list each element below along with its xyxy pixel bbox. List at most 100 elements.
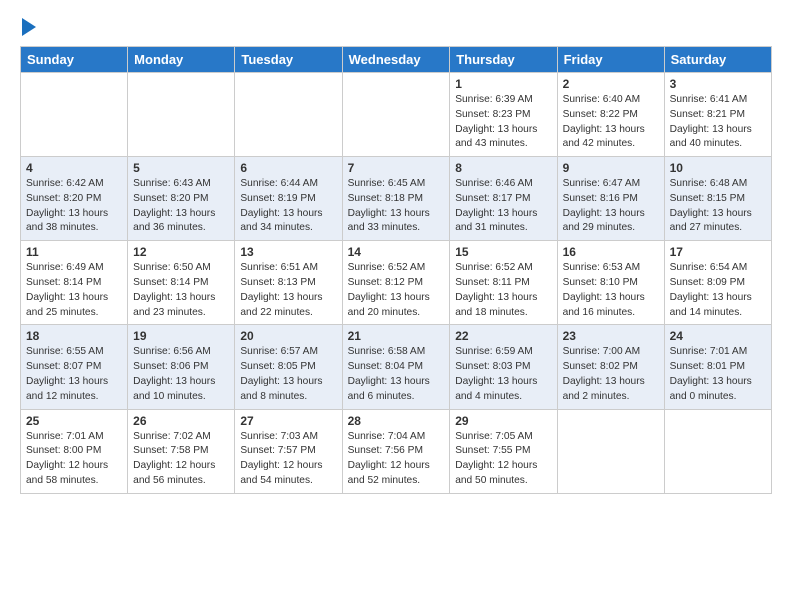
calendar-week-row: 25 Sunrise: 7:01 AM Sunset: 8:00 PM Dayli…	[21, 409, 772, 493]
day-info: Sunrise: 6:59 AM Sunset: 8:03 PM Dayligh…	[455, 345, 551, 404]
calendar-cell: 20 Sunrise: 6:57 AM Sunset: 8:05 PM Dayli…	[235, 325, 342, 409]
day-of-week-header: Saturday	[664, 47, 771, 73]
day-number: 22	[455, 329, 551, 343]
day-number: 21	[348, 329, 445, 343]
calendar-cell: 18 Sunrise: 6:55 AM Sunset: 8:07 PM Dayli…	[21, 325, 128, 409]
calendar-week-row: 11 Sunrise: 6:49 AM Sunset: 8:14 PM Dayli…	[21, 241, 772, 325]
calendar-cell: 25 Sunrise: 7:01 AM Sunset: 8:00 PM Dayli…	[21, 409, 128, 493]
day-number: 24	[670, 329, 766, 343]
calendar-cell: 10Sunrise: 6:48 AM Sunset: 8:15 PM Dayli…	[664, 157, 771, 241]
day-number: 23	[563, 329, 659, 343]
calendar-week-row: 18 Sunrise: 6:55 AM Sunset: 8:07 PM Dayli…	[21, 325, 772, 409]
logo	[20, 16, 36, 36]
day-info: Sunrise: 7:01 AM Sunset: 8:01 PM Dayligh…	[670, 345, 766, 404]
calendar-week-row: 4 Sunrise: 6:42 AM Sunset: 8:20 PM Daylig…	[21, 157, 772, 241]
day-info: Sunrise: 6:43 AM Sunset: 8:20 PM Dayligh…	[133, 177, 229, 236]
calendar-cell: 23 Sunrise: 7:00 AM Sunset: 8:02 PM Dayli…	[557, 325, 664, 409]
calendar: SundayMondayTuesdayWednesdayThursdayFrid…	[20, 46, 772, 494]
calendar-cell: 29 Sunrise: 7:05 AM Sunset: 7:55 PM Dayli…	[450, 409, 557, 493]
day-of-week-header: Thursday	[450, 47, 557, 73]
day-info: Sunrise: 6:52 AM Sunset: 8:12 PM Dayligh…	[348, 261, 445, 320]
day-number: 15	[455, 245, 551, 259]
day-number: 13	[240, 245, 336, 259]
calendar-cell	[21, 73, 128, 157]
day-number: 18	[26, 329, 122, 343]
calendar-cell: 24 Sunrise: 7:01 AM Sunset: 8:01 PM Dayli…	[664, 325, 771, 409]
calendar-cell: 3Sunrise: 6:41 AM Sunset: 8:21 PM Daylig…	[664, 73, 771, 157]
day-number: 12	[133, 245, 229, 259]
calendar-cell: 12 Sunrise: 6:50 AM Sunset: 8:14 PM Dayli…	[128, 241, 235, 325]
day-number: 26	[133, 414, 229, 428]
calendar-cell: 17Sunrise: 6:54 AM Sunset: 8:09 PM Dayli…	[664, 241, 771, 325]
day-info: Sunrise: 6:40 AM Sunset: 8:22 PM Dayligh…	[563, 93, 659, 152]
day-info: Sunrise: 6:55 AM Sunset: 8:07 PM Dayligh…	[26, 345, 122, 404]
calendar-cell: 11 Sunrise: 6:49 AM Sunset: 8:14 PM Dayli…	[21, 241, 128, 325]
day-info: Sunrise: 7:00 AM Sunset: 8:02 PM Dayligh…	[563, 345, 659, 404]
day-info: Sunrise: 6:50 AM Sunset: 8:14 PM Dayligh…	[133, 261, 229, 320]
calendar-cell: 4 Sunrise: 6:42 AM Sunset: 8:20 PM Daylig…	[21, 157, 128, 241]
day-info: Sunrise: 6:41 AM Sunset: 8:21 PM Dayligh…	[670, 93, 766, 152]
day-of-week-header: Friday	[557, 47, 664, 73]
calendar-cell: 16 Sunrise: 6:53 AM Sunset: 8:10 PM Dayli…	[557, 241, 664, 325]
day-number: 14	[348, 245, 445, 259]
day-number: 6	[240, 161, 336, 175]
day-info: Sunrise: 7:05 AM Sunset: 7:55 PM Dayligh…	[455, 430, 551, 489]
day-info: Sunrise: 6:54 AM Sunset: 8:09 PM Dayligh…	[670, 261, 766, 320]
calendar-cell: 19Sunrise: 6:56 AM Sunset: 8:06 PM Dayli…	[128, 325, 235, 409]
day-info: Sunrise: 6:53 AM Sunset: 8:10 PM Dayligh…	[563, 261, 659, 320]
day-number: 11	[26, 245, 122, 259]
calendar-cell: 14 Sunrise: 6:52 AM Sunset: 8:12 PM Dayli…	[342, 241, 450, 325]
day-number: 27	[240, 414, 336, 428]
day-number: 29	[455, 414, 551, 428]
calendar-cell	[557, 409, 664, 493]
day-of-week-header: Sunday	[21, 47, 128, 73]
day-info: Sunrise: 7:03 AM Sunset: 7:57 PM Dayligh…	[240, 430, 336, 489]
calendar-cell: 15 Sunrise: 6:52 AM Sunset: 8:11 PM Dayli…	[450, 241, 557, 325]
calendar-cell	[342, 73, 450, 157]
calendar-cell: 22 Sunrise: 6:59 AM Sunset: 8:03 PM Dayli…	[450, 325, 557, 409]
calendar-cell: 21 Sunrise: 6:58 AM Sunset: 8:04 PM Dayli…	[342, 325, 450, 409]
day-info: Sunrise: 6:47 AM Sunset: 8:16 PM Dayligh…	[563, 177, 659, 236]
calendar-cell	[128, 73, 235, 157]
day-info: Sunrise: 6:49 AM Sunset: 8:14 PM Dayligh…	[26, 261, 122, 320]
day-info: Sunrise: 6:42 AM Sunset: 8:20 PM Dayligh…	[26, 177, 122, 236]
day-info: Sunrise: 6:57 AM Sunset: 8:05 PM Dayligh…	[240, 345, 336, 404]
day-number: 4	[26, 161, 122, 175]
calendar-cell: 5 Sunrise: 6:43 AM Sunset: 8:20 PM Daylig…	[128, 157, 235, 241]
day-info: Sunrise: 6:39 AM Sunset: 8:23 PM Dayligh…	[455, 93, 551, 152]
day-number: 16	[563, 245, 659, 259]
calendar-cell: 2 Sunrise: 6:40 AM Sunset: 8:22 PM Daylig…	[557, 73, 664, 157]
calendar-cell: 13 Sunrise: 6:51 AM Sunset: 8:13 PM Dayli…	[235, 241, 342, 325]
day-info: Sunrise: 7:01 AM Sunset: 8:00 PM Dayligh…	[26, 430, 122, 489]
day-info: Sunrise: 6:56 AM Sunset: 8:06 PM Dayligh…	[133, 345, 229, 404]
day-of-week-header: Wednesday	[342, 47, 450, 73]
day-number: 8	[455, 161, 551, 175]
day-number: 2	[563, 77, 659, 91]
day-info: Sunrise: 6:44 AM Sunset: 8:19 PM Dayligh…	[240, 177, 336, 236]
calendar-cell: 7 Sunrise: 6:45 AM Sunset: 8:18 PM Daylig…	[342, 157, 450, 241]
calendar-header-row: SundayMondayTuesdayWednesdayThursdayFrid…	[21, 47, 772, 73]
day-info: Sunrise: 6:51 AM Sunset: 8:13 PM Dayligh…	[240, 261, 336, 320]
calendar-cell: 1Sunrise: 6:39 AM Sunset: 8:23 PM Daylig…	[450, 73, 557, 157]
day-number: 10	[670, 161, 766, 175]
day-info: Sunrise: 6:45 AM Sunset: 8:18 PM Dayligh…	[348, 177, 445, 236]
calendar-cell: 26 Sunrise: 7:02 AM Sunset: 7:58 PM Dayli…	[128, 409, 235, 493]
day-info: Sunrise: 7:02 AM Sunset: 7:58 PM Dayligh…	[133, 430, 229, 489]
day-of-week-header: Tuesday	[235, 47, 342, 73]
day-number: 5	[133, 161, 229, 175]
day-number: 28	[348, 414, 445, 428]
logo-icon	[22, 18, 36, 36]
calendar-cell: 28Sunrise: 7:04 AM Sunset: 7:56 PM Dayli…	[342, 409, 450, 493]
day-info: Sunrise: 6:52 AM Sunset: 8:11 PM Dayligh…	[455, 261, 551, 320]
calendar-cell: 9 Sunrise: 6:47 AM Sunset: 8:16 PM Daylig…	[557, 157, 664, 241]
day-number: 7	[348, 161, 445, 175]
calendar-cell	[235, 73, 342, 157]
day-of-week-header: Monday	[128, 47, 235, 73]
day-number: 25	[26, 414, 122, 428]
calendar-week-row: 1Sunrise: 6:39 AM Sunset: 8:23 PM Daylig…	[21, 73, 772, 157]
calendar-cell: 27 Sunrise: 7:03 AM Sunset: 7:57 PM Dayli…	[235, 409, 342, 493]
day-number: 20	[240, 329, 336, 343]
day-number: 9	[563, 161, 659, 175]
calendar-cell: 8Sunrise: 6:46 AM Sunset: 8:17 PM Daylig…	[450, 157, 557, 241]
day-info: Sunrise: 6:58 AM Sunset: 8:04 PM Dayligh…	[348, 345, 445, 404]
